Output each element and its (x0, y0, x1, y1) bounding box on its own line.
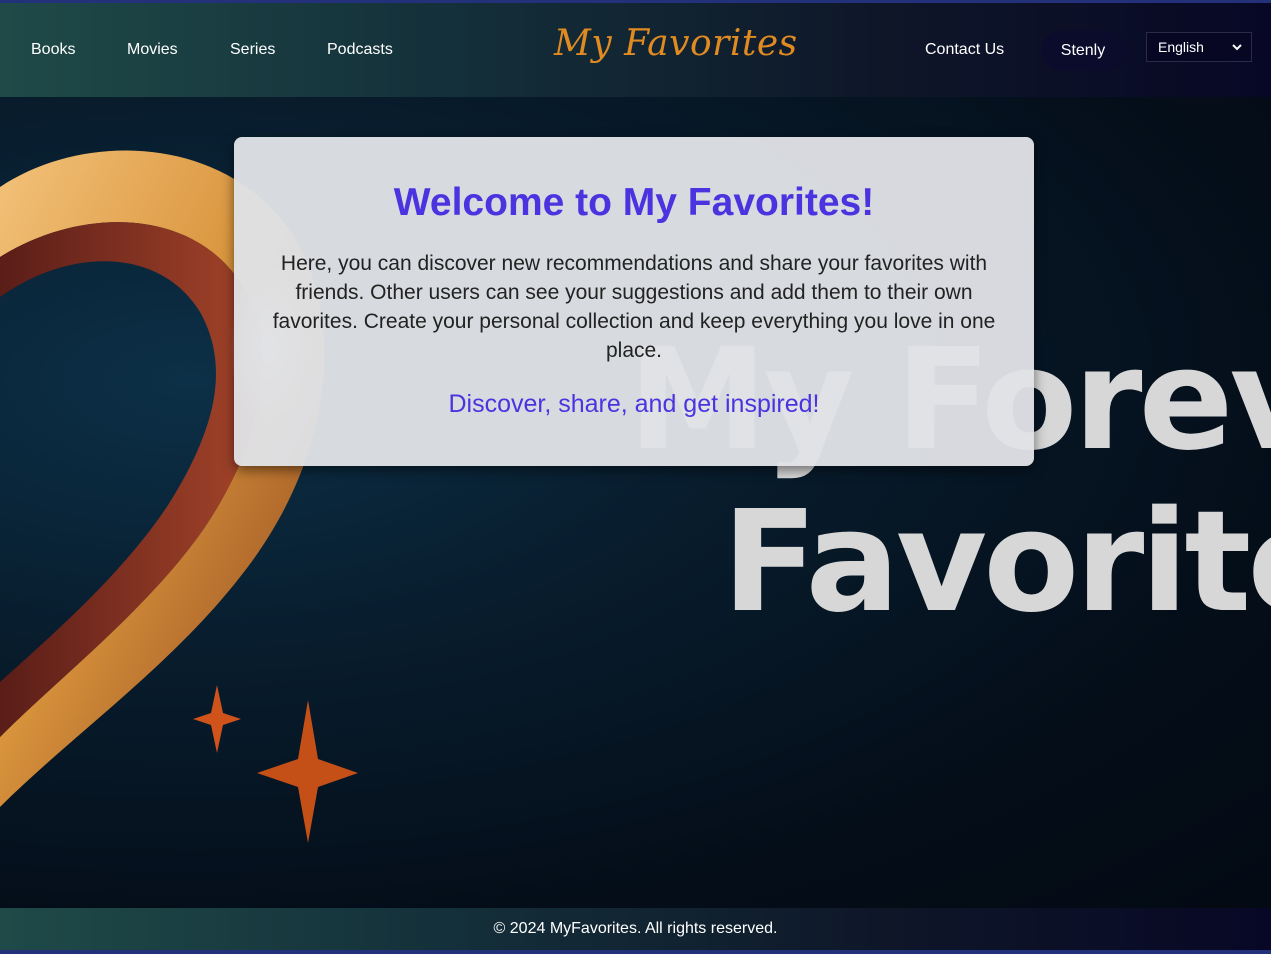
nav-link-series[interactable]: Series (230, 41, 275, 59)
nav-link-podcasts[interactable]: Podcasts (327, 41, 393, 59)
site-logo[interactable]: My Favorites (554, 23, 798, 64)
language-select[interactable]: English (1146, 32, 1252, 62)
welcome-description: Here, you can discover new recommendatio… (272, 252, 996, 362)
user-profile-button[interactable]: Stenly (1041, 31, 1125, 71)
large-star-icon (257, 700, 358, 843)
page: Books Movies Series Podcasts My Favorite… (0, 0, 1271, 954)
welcome-title: Welcome to My Favorites! (393, 181, 875, 224)
nav-link-books[interactable]: Books (31, 41, 75, 59)
small-star-icon (193, 685, 241, 753)
copyright-text: © 2024 MyFavorites. All rights reserved. (493, 920, 778, 937)
nav-link-contact[interactable]: Contact Us (925, 41, 1004, 59)
language-select-value: English (1158, 39, 1204, 55)
top-navbar: Books Movies Series Podcasts My Favorite… (0, 3, 1271, 97)
hero-background-text-line2: Favorites (722, 481, 1271, 644)
footer: © 2024 MyFavorites. All rights reserved. (0, 908, 1271, 950)
welcome-card: Welcome to My Favorites! Here, you can d… (234, 137, 1034, 466)
chevron-down-icon (1232, 44, 1242, 51)
welcome-tagline: Discover, share, and get inspired! (448, 390, 820, 418)
window-bottom-border (0, 950, 1271, 954)
nav-link-movies[interactable]: Movies (127, 41, 178, 59)
